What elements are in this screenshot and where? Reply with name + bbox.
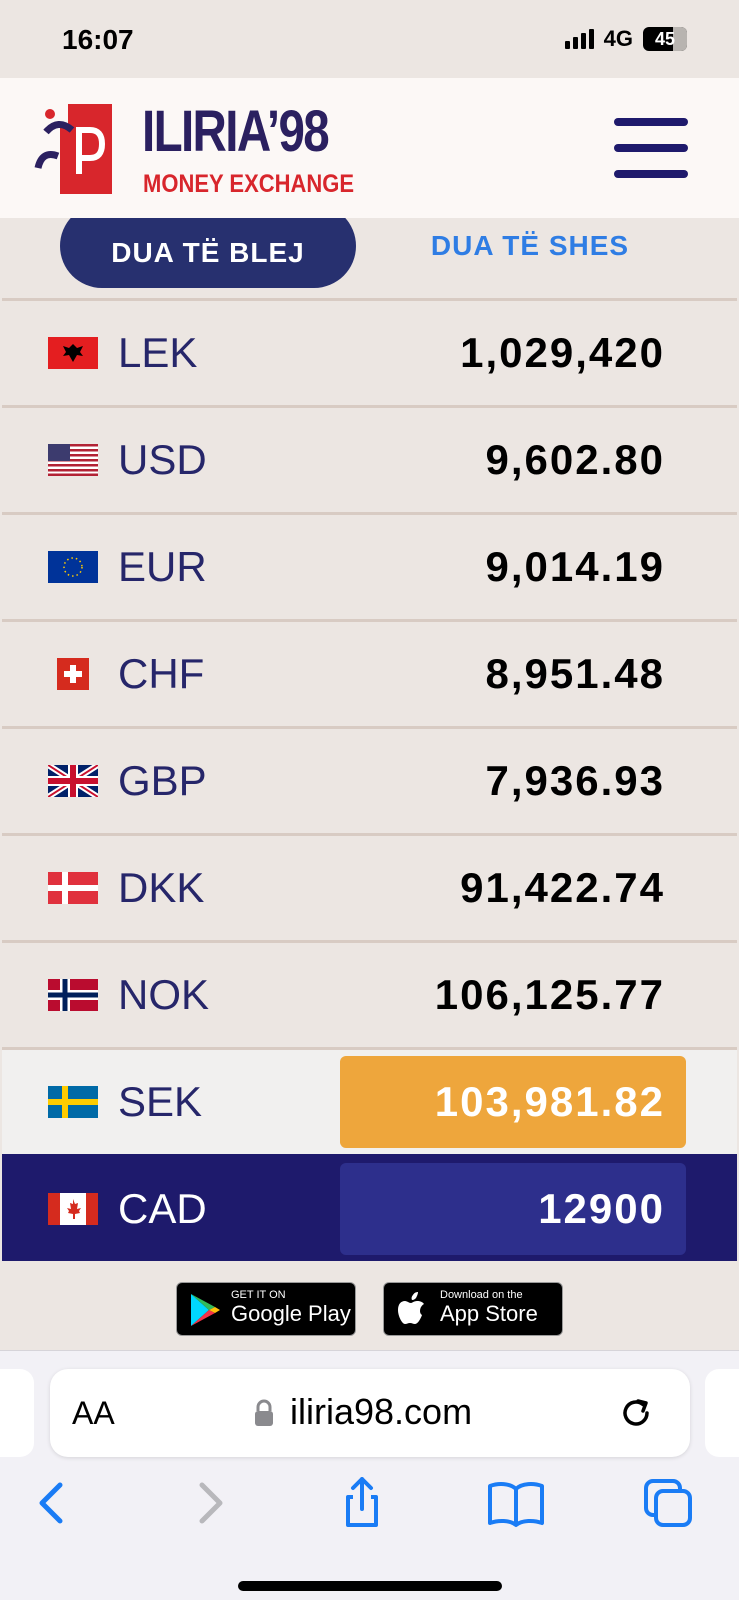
norway-flag-icon [48, 979, 98, 1011]
status-time: 16:07 [62, 24, 134, 55]
google-play-icon [191, 1294, 220, 1326]
currency-amount: 7,936.93 [485, 757, 665, 804]
text-size-label: AA [72, 1395, 115, 1431]
currency-amount: 12900 [538, 1185, 665, 1232]
currency-code: DKK [118, 864, 205, 911]
iliria-logo-icon[interactable] [32, 102, 114, 196]
back-icon[interactable] [26, 1477, 78, 1529]
sweden-flag-icon [48, 1086, 98, 1118]
currency-code: USD [118, 436, 207, 483]
currency-code: LEK [118, 329, 198, 376]
app-store-caption: Download on the [440, 1289, 523, 1301]
currency-row-cad[interactable]: CAD 12900 [2, 1154, 737, 1261]
currency-row-sek[interactable]: SEK 103,981.82 [2, 1047, 737, 1154]
brand-name: ILIRIA’98 [142, 99, 330, 164]
canada-flag-icon [48, 1193, 98, 1225]
next-tab-preview[interactable] [705, 1369, 739, 1457]
app-store-label: App Store [440, 1301, 538, 1326]
home-indicator [238, 1581, 502, 1591]
currency-row-dkk[interactable]: DKK 91,422.74 [2, 833, 737, 940]
currency-amount: 9,602.80 [485, 436, 665, 483]
reload-icon[interactable] [616, 1393, 656, 1433]
exchange-mode-tabs: DUA TË BLEJ DUA TË SHES [0, 218, 739, 300]
battery-level: 45 [654, 29, 676, 49]
currency-amount: 103,981.82 [434, 1078, 665, 1125]
currency-row-chf[interactable]: CHF 8,951.48 [2, 619, 737, 726]
currency-row-gbp[interactable]: GBP 7,936.93 [2, 726, 737, 833]
denmark-flag-icon [48, 872, 98, 904]
currency-code: NOK [118, 971, 210, 1018]
cellular-signal-icon [564, 29, 594, 49]
brand-subtitle: MONEY EXCHANGE [143, 170, 355, 198]
currency-amount: 91,422.74 [460, 864, 665, 911]
currency-row-nok[interactable]: NOK 106,125.77 [2, 940, 737, 1047]
browser-toolbar: AA iliria98.com [0, 1350, 739, 1600]
app-store-badges: GET IT ON Google Play Download on the Ap… [0, 1262, 739, 1350]
currency-code: SEK [118, 1078, 203, 1125]
uk-flag-icon [48, 765, 98, 797]
eu-flag-icon [48, 551, 98, 583]
currency-row-usd[interactable]: USD 9,602.80 [2, 405, 737, 512]
status-indicators: 4G 45 [564, 26, 687, 52]
text-size-button[interactable]: AA [72, 1395, 115, 1432]
currency-amount: 9,014.19 [485, 543, 665, 590]
currency-code: GBP [118, 757, 207, 804]
currency-amount: 8,951.48 [485, 650, 665, 697]
tab-sell[interactable]: DUA TË SHES [410, 218, 650, 274]
currency-code: CAD [118, 1185, 207, 1232]
share-icon[interactable] [336, 1477, 388, 1529]
google-play-button[interactable]: GET IT ON Google Play [176, 1282, 356, 1336]
switzerland-flag-icon [57, 658, 89, 690]
currency-list: LEK 1,029,420 USD 9,602.80 EUR 9,014.19 [2, 298, 737, 1261]
currency-code: EUR [118, 543, 207, 590]
tabs-icon[interactable] [642, 1477, 694, 1529]
lock-icon [255, 1399, 273, 1426]
tab-buy[interactable]: DUA TË BLEJ [60, 218, 356, 288]
apple-icon [398, 1292, 424, 1324]
currency-code: CHF [118, 650, 205, 697]
currency-amount: 106,125.77 [434, 971, 665, 1018]
site-header: ILIRIA’98 MONEY EXCHANGE [0, 78, 739, 218]
status-bar: 16:07 4G 45 [0, 0, 739, 78]
app-store-button[interactable]: Download on the App Store [383, 1282, 563, 1336]
google-play-label: Google Play [231, 1301, 351, 1326]
google-play-caption: GET IT ON [231, 1289, 286, 1301]
usa-flag-icon [48, 444, 98, 476]
url-text: iliria98.com [290, 1391, 473, 1432]
albania-flag-icon [48, 337, 98, 369]
currency-amount: 1,029,420 [460, 329, 665, 376]
forward-icon[interactable] [184, 1477, 236, 1529]
currency-row-eur[interactable]: EUR 9,014.19 [2, 512, 737, 619]
bookmarks-icon[interactable] [486, 1477, 546, 1529]
hamburger-menu-icon[interactable] [614, 118, 688, 178]
previous-tab-preview[interactable] [0, 1369, 34, 1457]
battery-icon: 45 [643, 27, 687, 51]
address-bar[interactable]: AA iliria98.com [50, 1369, 690, 1457]
currency-row-lek[interactable]: LEK 1,029,420 [2, 298, 737, 405]
network-type: 4G [603, 26, 633, 51]
